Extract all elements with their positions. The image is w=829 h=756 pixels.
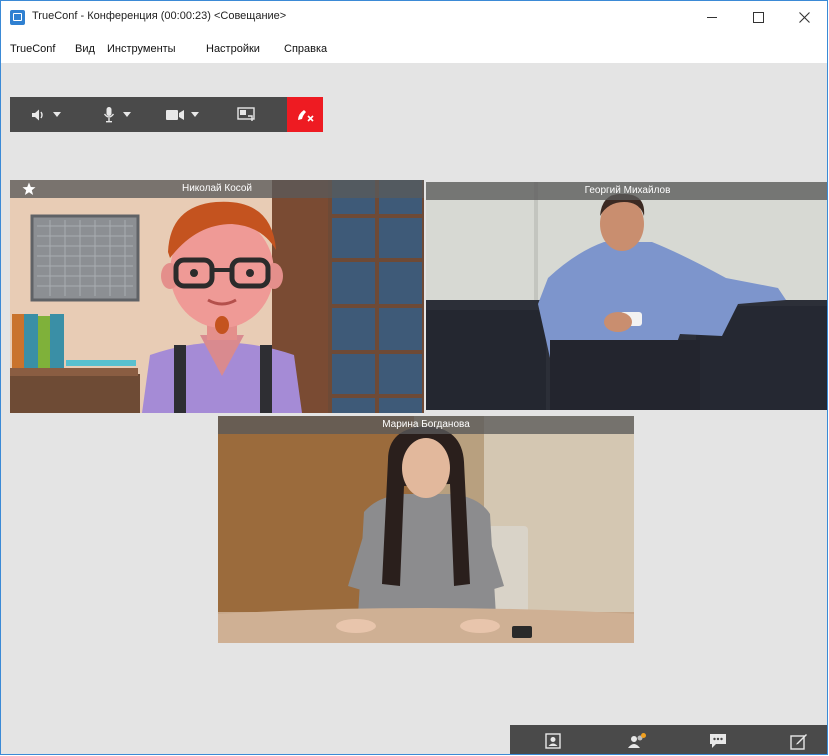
close-icon xyxy=(798,11,810,23)
self-view-icon xyxy=(545,733,561,749)
participant-name: Николай Косой xyxy=(181,183,253,194)
menu-trueconf[interactable]: TrueConf xyxy=(10,43,55,55)
title-bar: TrueConf - Конференция (00:00:23) <Совещ… xyxy=(1,1,827,33)
menu-settings[interactable]: Настройки xyxy=(206,43,260,55)
self-view-button[interactable] xyxy=(530,725,576,754)
camera-button[interactable] xyxy=(166,97,199,132)
call-toolbar xyxy=(10,97,323,132)
chevron-down-icon[interactable] xyxy=(123,112,131,117)
maximize-button[interactable] xyxy=(735,5,781,29)
microphone-button[interactable] xyxy=(102,97,131,132)
menu-bar: TrueConf Вид Инструменты Настройки Справ… xyxy=(1,33,827,63)
participant-name-bar: Николай Косой xyxy=(10,180,424,198)
chevron-down-icon[interactable] xyxy=(191,112,199,117)
participants-button[interactable] xyxy=(614,725,660,754)
participant-video xyxy=(218,416,634,643)
hangup-button[interactable] xyxy=(287,97,323,132)
chat-button[interactable] xyxy=(695,725,741,754)
minimize-button[interactable] xyxy=(689,5,735,29)
close-button[interactable] xyxy=(781,5,827,29)
video-tile-participant[interactable]: Марина Богданова xyxy=(218,416,634,643)
speaker-icon xyxy=(32,109,43,120)
menu-tools[interactable]: Инструменты xyxy=(107,43,176,55)
chevron-down-icon[interactable] xyxy=(53,112,61,117)
bottom-toolbar xyxy=(510,725,827,754)
camera-icon xyxy=(166,109,184,120)
window-title: TrueConf - Конференция (00:00:23) <Совещ… xyxy=(32,10,287,22)
participant-name: Марина Богданова xyxy=(382,419,470,430)
participants-icon xyxy=(628,733,646,748)
edit-button[interactable] xyxy=(776,725,822,754)
microphone-icon xyxy=(103,107,115,123)
video-tile-featured[interactable]: Николай Косой xyxy=(10,180,424,413)
participant-name-bar: Георгий Михайлов xyxy=(426,182,827,200)
speaker-button[interactable] xyxy=(30,97,61,132)
participant-video xyxy=(426,182,827,410)
edit-icon xyxy=(790,734,807,750)
participant-name-bar: Марина Богданова xyxy=(218,416,634,434)
participant-name: Георгий Михайлов xyxy=(584,185,671,196)
chat-icon xyxy=(710,734,726,748)
star-icon[interactable] xyxy=(22,182,36,196)
app-window: TrueConf - Конференция (00:00:23) <Совещ… xyxy=(0,0,828,755)
minimize-icon xyxy=(707,16,717,18)
video-tile-participant[interactable]: Георгий Михайлов xyxy=(426,182,827,410)
maximize-icon xyxy=(752,11,764,23)
trueconf-logo-icon xyxy=(10,10,25,25)
share-screen-icon xyxy=(237,106,255,121)
menu-view[interactable]: Вид xyxy=(75,43,95,55)
share-screen-button[interactable] xyxy=(237,97,255,132)
menu-help[interactable]: Справка xyxy=(284,43,327,55)
participant-video xyxy=(10,180,424,413)
hangup-icon xyxy=(298,109,314,122)
